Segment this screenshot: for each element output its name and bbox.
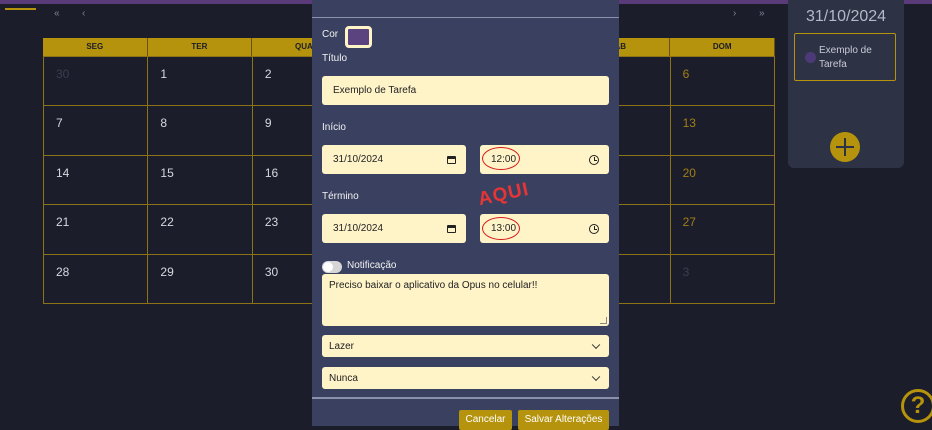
calendar-day[interactable]: 3: [670, 254, 775, 304]
chevron-down-icon: [591, 372, 601, 382]
start-date-input[interactable]: 31/10/2024: [322, 145, 466, 174]
annotation-circle: [482, 217, 520, 240]
calendar-day[interactable]: 30: [44, 57, 149, 107]
category-select[interactable]: Lazer: [322, 335, 609, 357]
end-date-input[interactable]: 31/10/2024: [322, 214, 466, 243]
title-label: Título: [322, 53, 348, 64]
calendar-day[interactable]: 27: [670, 205, 775, 255]
calendar-day[interactable]: 14: [44, 155, 149, 206]
start-date-value: 31/10/2024: [333, 154, 384, 165]
cancel-button[interactable]: Cancelar: [459, 410, 512, 430]
clock-icon[interactable]: [589, 154, 599, 165]
repeat-select[interactable]: Nunca: [322, 367, 609, 389]
calendar-day[interactable]: 1: [148, 57, 253, 107]
category-value: Lazer: [329, 340, 355, 352]
notification-label: Notificação: [347, 260, 397, 271]
event-color-dot: [805, 52, 816, 63]
calendar-icon[interactable]: [447, 155, 456, 164]
resize-handle[interactable]: [600, 317, 607, 324]
calendar-icon[interactable]: [447, 224, 456, 233]
calendar-day[interactable]: 6: [670, 57, 775, 107]
weekday-label: TER: [147, 38, 253, 56]
title-value: Exemplo de Tarefa: [333, 85, 417, 96]
weekday-label: SEG: [43, 38, 148, 56]
prev-month-button[interactable]: ‹: [82, 9, 85, 19]
calendar-day[interactable]: 21: [44, 205, 149, 255]
help-button[interactable]: ?: [901, 389, 932, 423]
calendar-day[interactable]: 20: [670, 155, 775, 206]
calendar-day[interactable]: 29: [148, 254, 253, 304]
annotation-circle: [482, 147, 520, 170]
clock-icon[interactable]: [589, 223, 599, 234]
description-value: Preciso baixar o aplicativo da Opus no c…: [329, 280, 538, 291]
calendar-day[interactable]: 7: [44, 106, 149, 156]
next-year-button[interactable]: »: [759, 9, 765, 19]
calendar-day[interactable]: 22: [148, 205, 253, 255]
menu-indicator[interactable]: [5, 8, 36, 10]
start-label: Início: [322, 122, 346, 133]
prev-year-button[interactable]: «: [54, 9, 60, 19]
edit-task-modal: Cor Título Exemplo de Tarefa Início 31/1…: [312, 0, 619, 430]
end-label: Término: [322, 191, 359, 202]
color-picker[interactable]: [345, 26, 372, 48]
day-panel: 31/10/2024 Exemplo de Tarefa: [788, 0, 904, 168]
annotation-text: AQUI: [476, 178, 532, 211]
title-input[interactable]: Exemplo de Tarefa: [322, 76, 609, 105]
save-button[interactable]: Salvar Alterações: [518, 410, 609, 430]
calendar-day[interactable]: 8: [148, 106, 253, 156]
add-event-button[interactable]: [830, 132, 860, 162]
calendar-day[interactable]: 28: [44, 254, 149, 304]
description-textarea[interactable]: Preciso baixar o aplicativo da Opus no c…: [322, 274, 609, 326]
divider: [312, 17, 619, 18]
calendar-day[interactable]: 13: [670, 106, 775, 156]
next-month-button[interactable]: ›: [733, 9, 736, 19]
selected-date: 31/10/2024: [805, 8, 887, 25]
divider: [312, 397, 619, 399]
notification-toggle[interactable]: [322, 261, 342, 273]
color-label: Cor: [322, 29, 339, 40]
end-date-value: 31/10/2024: [333, 223, 384, 234]
event-card[interactable]: Exemplo de Tarefa: [794, 33, 896, 81]
calendar-day[interactable]: 15: [148, 155, 253, 206]
chevron-down-icon: [591, 340, 601, 350]
repeat-value: Nunca: [329, 372, 358, 384]
event-title: Exemplo de Tarefa: [819, 45, 872, 70]
weekday-label: DOM: [670, 38, 775, 56]
